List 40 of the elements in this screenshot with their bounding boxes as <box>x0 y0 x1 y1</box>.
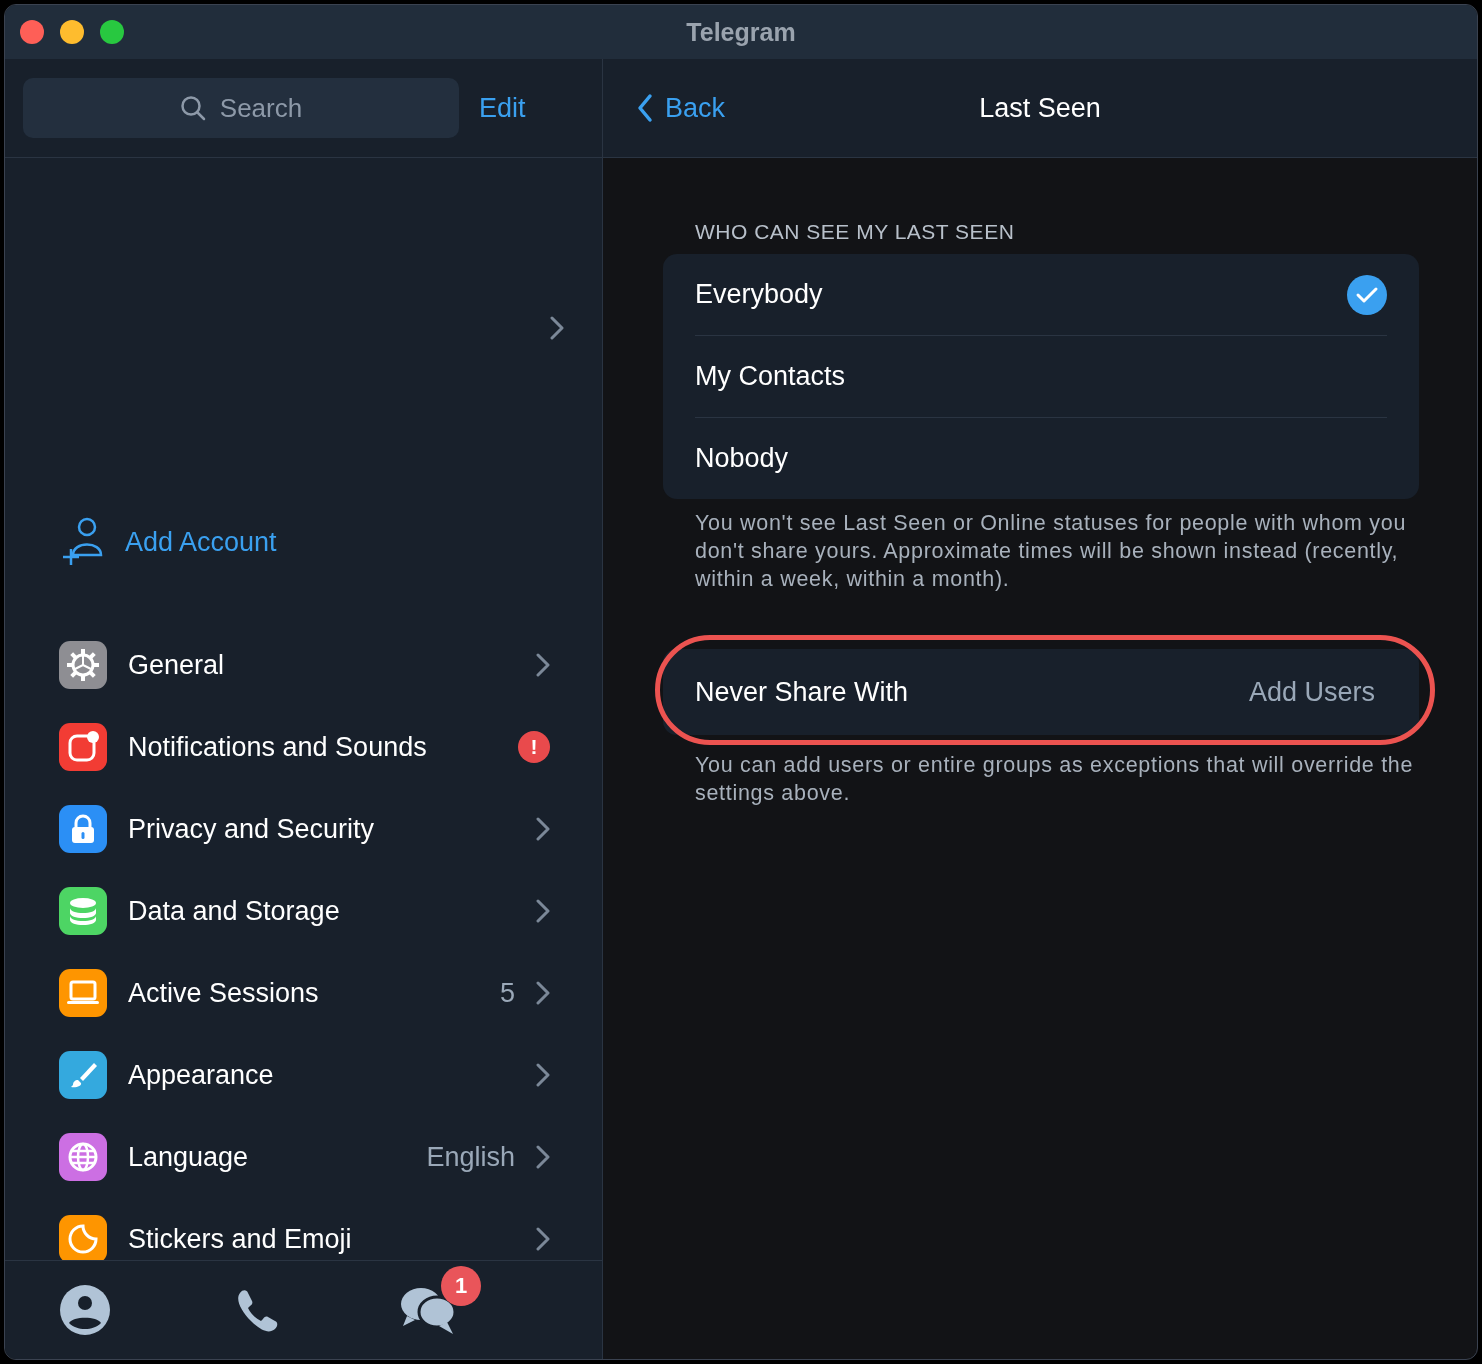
settings-item[interactable]: Notifications and Sounds ! <box>5 706 602 788</box>
page-title: Last Seen <box>978 92 1102 124</box>
unread-badge: 1 <box>441 1266 481 1306</box>
section-label: WHO CAN SEE MY LAST SEEN <box>694 220 1016 244</box>
chevron-right-icon <box>536 817 550 841</box>
chevron-right-icon <box>536 1145 550 1169</box>
zoom-button[interactable] <box>100 20 124 44</box>
option-row[interactable]: My Contacts <box>695 336 1387 418</box>
minimize-button[interactable] <box>60 20 84 44</box>
settings-item[interactable]: General <box>5 624 602 706</box>
setting-value: 5 <box>499 977 515 1009</box>
option-row[interactable]: Nobody <box>695 418 1387 499</box>
chevron-right-icon <box>536 653 550 677</box>
back-button[interactable]: Back <box>637 92 726 124</box>
settings-item[interactable]: Appearance <box>5 1034 602 1116</box>
chevron-right-icon <box>536 1227 550 1251</box>
chevron-right-icon <box>536 1063 550 1087</box>
search-icon <box>179 95 206 121</box>
settings-item[interactable]: Stickers and Emoji <box>5 1198 602 1260</box>
never-share-row[interactable]: Never Share With Add Users <box>663 649 1419 735</box>
window-title: Telegram <box>685 17 797 47</box>
option-row[interactable]: Everybody <box>695 254 1387 336</box>
chevron-right-icon <box>550 316 564 340</box>
setting-value: English <box>426 1141 515 1173</box>
settings-item[interactable]: Privacy and Security <box>5 788 602 870</box>
settings-item[interactable]: Active Sessions 5 <box>5 952 602 1034</box>
settings-item[interactable]: Language English <box>5 1116 602 1198</box>
person-circle-icon <box>59 1284 111 1336</box>
close-button[interactable] <box>20 20 44 44</box>
settings-item[interactable]: Data and Storage <box>5 870 602 952</box>
note-text: You can add users or entire groups as exceptions that will override the settings above. <box>694 752 1415 807</box>
chevron-left-icon <box>637 93 653 123</box>
edit-button[interactable]: Edit <box>479 92 526 124</box>
chevron-right-icon <box>536 981 550 1005</box>
chevron-right-icon <box>536 899 550 923</box>
tab-button[interactable]: 1 <box>399 1266 481 1340</box>
alert-badge: ! <box>518 731 550 763</box>
search-field[interactable]: Search <box>23 78 459 138</box>
add-account-link[interactable]: Add Account <box>125 526 277 558</box>
note-text: You won't see Last Seen or Online statuses for people with whom you don't share yours. Approximate times will be shown instead (recently, within a week, within a month). <box>694 510 1408 593</box>
